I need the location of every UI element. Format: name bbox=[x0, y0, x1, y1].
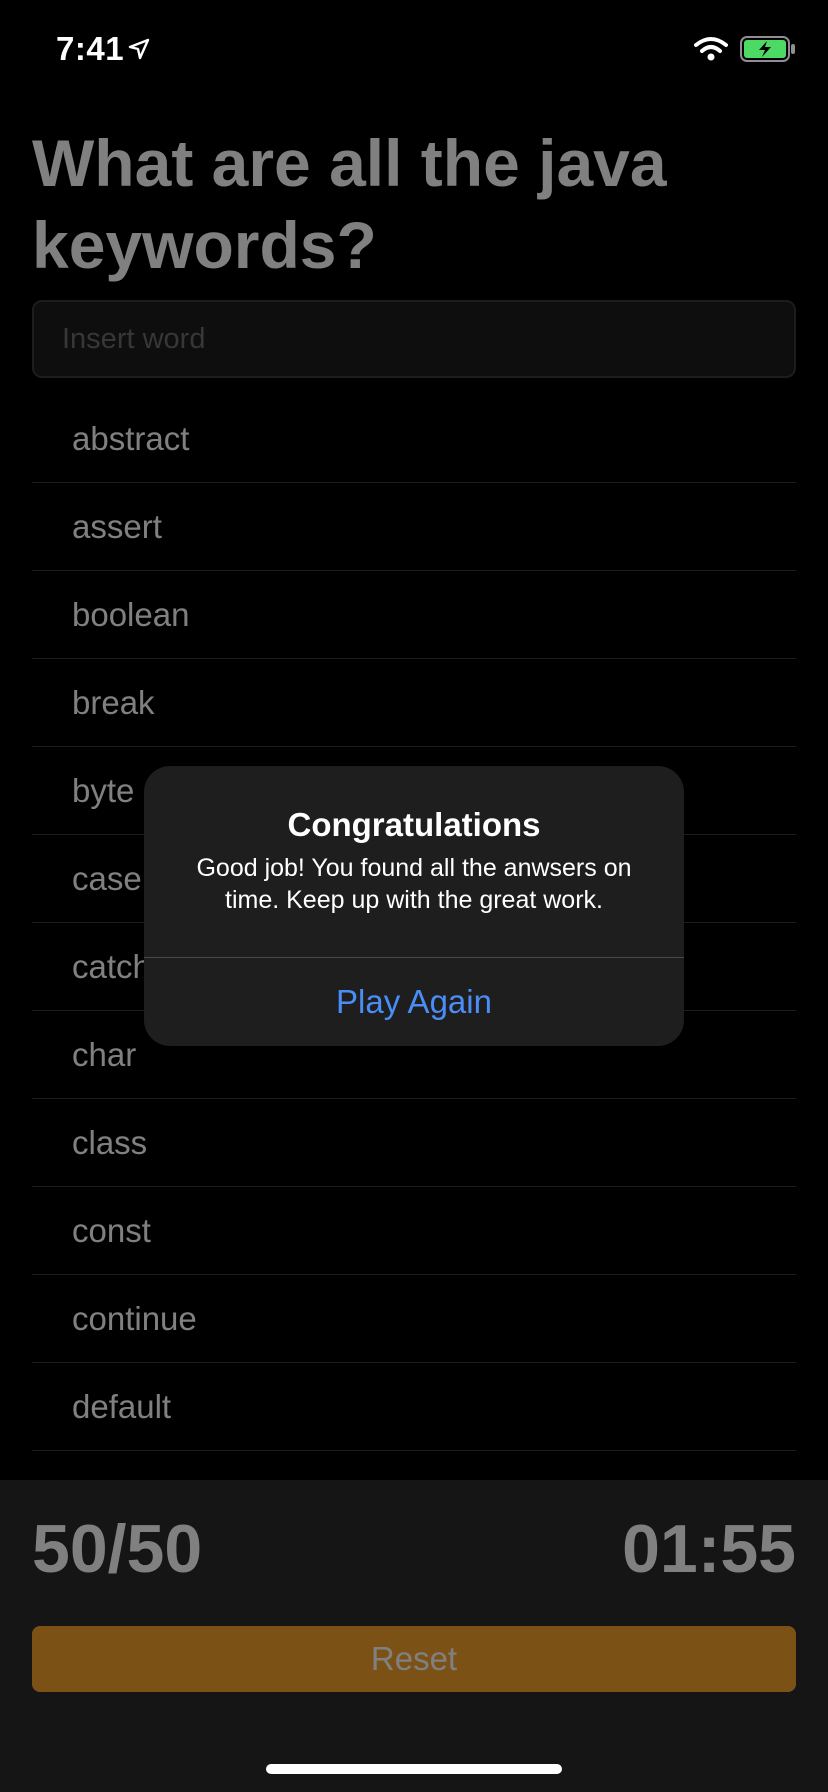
score-counter: 50/50 bbox=[32, 1511, 203, 1587]
list-item: break bbox=[32, 659, 796, 747]
bottom-panel: 50/50 01:55 Reset bbox=[0, 1480, 828, 1792]
play-again-button[interactable]: Play Again bbox=[144, 958, 684, 1046]
list-item: boolean bbox=[32, 571, 796, 659]
word-input-container bbox=[32, 300, 796, 378]
countdown-timer: 01:55 bbox=[622, 1511, 796, 1587]
word-input[interactable] bbox=[62, 302, 762, 376]
reset-button[interactable]: Reset bbox=[32, 1626, 796, 1692]
list-item: class bbox=[32, 1099, 796, 1187]
list-item: continue bbox=[32, 1275, 796, 1363]
list-item: default bbox=[32, 1363, 796, 1451]
alert-message: Good job! You found all the anwsers on t… bbox=[196, 854, 632, 914]
page-title: What are all the java keywords? bbox=[32, 126, 667, 282]
alert-title: Congratulations bbox=[287, 806, 541, 843]
congratulations-alert: Congratulations Good job! You found all … bbox=[144, 766, 684, 1046]
list-item: abstract bbox=[32, 395, 796, 483]
list-item: const bbox=[32, 1187, 796, 1275]
list-item: assert bbox=[32, 483, 796, 571]
home-indicator[interactable] bbox=[266, 1764, 562, 1774]
screen: 7:41 What are all the java keywords? abs… bbox=[0, 0, 828, 1792]
